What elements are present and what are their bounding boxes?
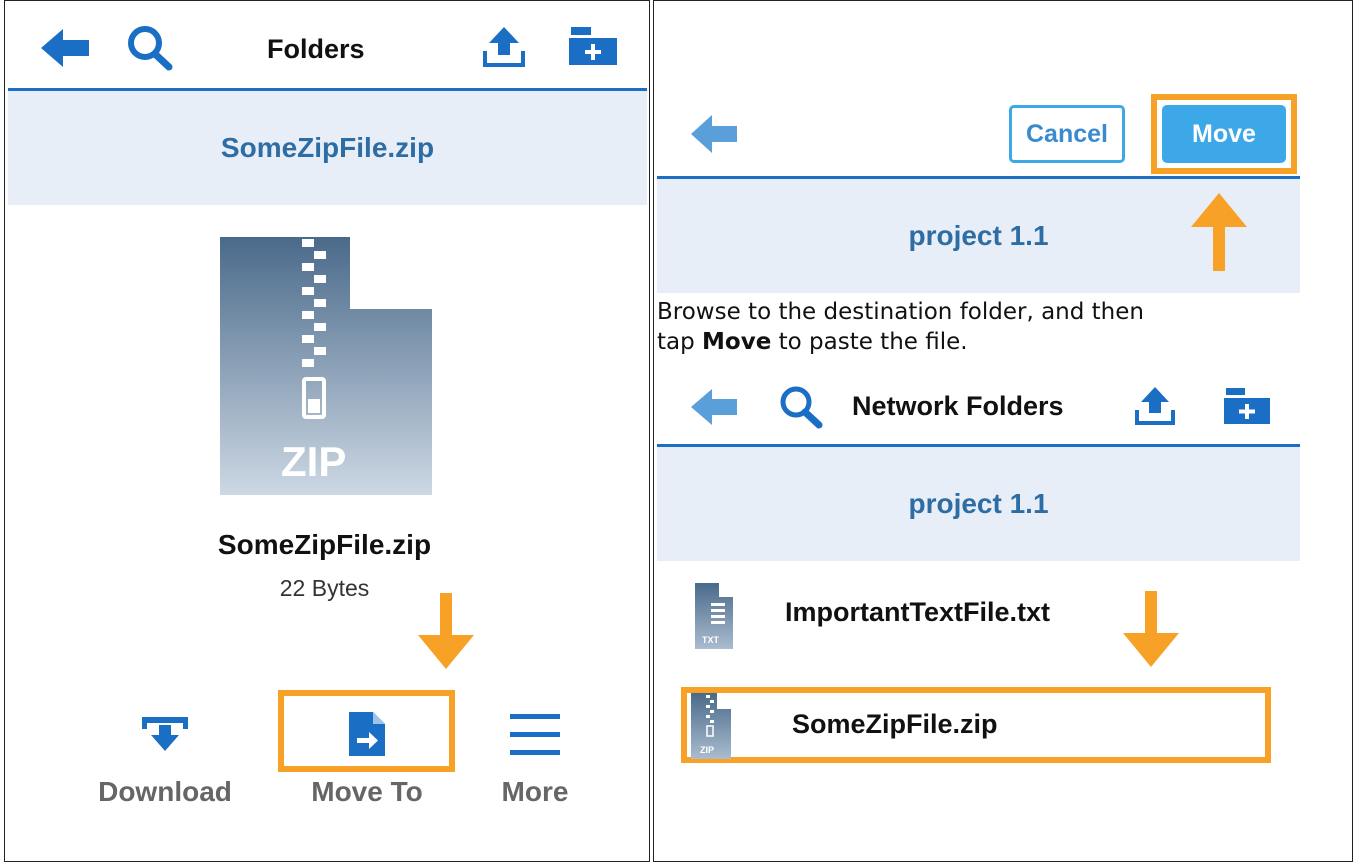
cancel-button[interactable]: Cancel xyxy=(1009,105,1125,163)
cancel-label: Cancel xyxy=(1026,119,1108,148)
new-folder-icon[interactable] xyxy=(1222,386,1272,426)
instruction-line-1: Browse to the destination folder, and th… xyxy=(657,299,1144,325)
list-item[interactable]: TXT ImportantTextFile.txt xyxy=(657,579,1297,649)
file-name: SomeZipFile.zip xyxy=(217,529,432,560)
download-label: Download xyxy=(98,776,232,807)
list-item[interactable]: ZIP SomeZipFile.zip xyxy=(657,687,1297,763)
file-name: SomeZipFile.zip xyxy=(792,709,998,739)
move-label: Move xyxy=(1192,119,1256,148)
instruction-line-2: tap Move to paste the file. xyxy=(657,329,968,355)
search-icon[interactable] xyxy=(125,23,177,71)
highlight-arrow-up-icon xyxy=(1191,193,1247,271)
move-to-action[interactable]: Move To xyxy=(277,706,457,816)
file-title: SomeZipFile.zip xyxy=(220,132,435,163)
upload-icon[interactable] xyxy=(481,25,527,69)
back-arrow-icon[interactable] xyxy=(689,113,739,155)
right-panel: Cancel Move project 1.1 Browse to the de… xyxy=(653,0,1353,862)
move-button[interactable]: Move xyxy=(1162,105,1286,163)
highlight-arrow-down-icon xyxy=(418,593,474,669)
zip-file-icon: ZIP xyxy=(691,693,731,759)
upload-icon[interactable] xyxy=(1132,385,1178,427)
file-size: 22 Bytes xyxy=(279,575,370,601)
highlight-arrow-down-icon xyxy=(1123,591,1179,667)
move-to-icon xyxy=(349,712,385,756)
new-folder-icon[interactable] xyxy=(567,25,619,67)
back-arrow-icon[interactable] xyxy=(689,387,739,427)
svg-text:ZIP: ZIP xyxy=(700,745,714,755)
zip-label: ZIP xyxy=(281,438,347,485)
file-title-bar: SomeZipFile.zip xyxy=(8,91,647,205)
text-file-icon: TXT xyxy=(695,583,733,649)
left-panel: Folders SomeZipFile.zip ZIP SomeZipFile.… xyxy=(4,0,650,862)
bottom-folder-bar: project 1.1 xyxy=(657,447,1300,561)
instruction-caption: Browse to the destination folder, and th… xyxy=(657,297,1317,357)
back-arrow-icon[interactable] xyxy=(39,27,91,69)
svg-text:TXT: TXT xyxy=(702,635,720,645)
more-label: More xyxy=(501,776,569,807)
download-icon xyxy=(142,717,188,751)
more-action[interactable]: More xyxy=(460,706,610,816)
top-folder-title: project 1.1 xyxy=(908,220,1049,251)
network-folders-title: Network Folders xyxy=(852,391,1064,421)
menu-icon xyxy=(510,714,560,755)
file-name: ImportantTextFile.txt xyxy=(785,597,1051,627)
bottom-folder-title: project 1.1 xyxy=(908,488,1049,519)
download-action[interactable]: Download xyxy=(75,706,255,816)
move-to-label: Move To xyxy=(311,776,423,807)
header-title: Folders xyxy=(267,34,365,64)
search-icon[interactable] xyxy=(777,383,827,429)
